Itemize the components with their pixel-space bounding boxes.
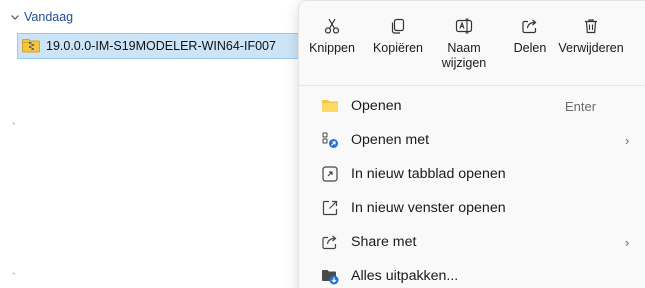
menu-item-open-with[interactable]: Openen met › (299, 123, 645, 157)
new-window-icon (322, 200, 338, 216)
menu-item-label: Openen (351, 98, 402, 114)
rename-icon (455, 18, 473, 34)
open-with-icon (322, 132, 338, 148)
share-button[interactable]: Delen (497, 17, 563, 87)
menu-separator (299, 85, 645, 86)
group-header-label: Vandaag (24, 10, 74, 24)
file-list-pane: Vandaag 19.0.0.0-IM-S19MODELER-WIN64-IF0… (0, 0, 307, 288)
menu-item-label: Share met (351, 234, 417, 250)
scroll-mark: ` (12, 272, 16, 284)
menu-item-new-tab[interactable]: In nieuw tabblad openen (299, 157, 645, 191)
menu-item-extract-all[interactable]: Alles uitpakken... (299, 259, 645, 288)
rename-label: Naam wijzigen (441, 41, 487, 70)
file-row-selected[interactable]: 19.0.0.0-IM-S19MODELER-WIN64-IF007 (17, 33, 307, 59)
chevron-down-icon (11, 15, 19, 20)
zip-folder-icon (22, 39, 40, 53)
delete-label: Verwijderen (558, 41, 624, 55)
copy-icon (391, 18, 405, 34)
menu-item-label: Alles uitpakken... (351, 268, 459, 284)
cut-label: Knippen (309, 41, 355, 55)
copy-label: Kopiëren (372, 41, 424, 55)
folder-icon (322, 100, 338, 112)
cut-button[interactable]: Knippen (299, 17, 365, 87)
rename-button[interactable]: Naam wijzigen (431, 17, 497, 87)
trash-icon (585, 19, 597, 34)
delete-button[interactable]: Verwijderen (558, 17, 624, 87)
share-icon (322, 235, 337, 250)
chevron-right-icon: › (625, 234, 630, 250)
file-name: 19.0.0.0-IM-S19MODELER-WIN64-IF007 (46, 39, 276, 53)
menu-item-label: In nieuw tabblad openen (351, 166, 506, 182)
new-tab-icon (322, 166, 338, 182)
share-icon (522, 19, 537, 34)
scroll-mark: ` (12, 122, 16, 134)
extract-icon (322, 270, 339, 285)
menu-item-new-window[interactable]: In nieuw venster openen (299, 191, 645, 225)
menu-items: Openen Enter Openen met › In nieuw tabbl… (299, 89, 645, 288)
share-label: Delen (513, 41, 547, 55)
scissors-icon (324, 18, 340, 34)
copy-button[interactable]: Kopiëren (365, 17, 431, 87)
group-header-today[interactable]: Vandaag (10, 10, 73, 24)
menu-item-label: Openen met (351, 132, 430, 148)
menu-item-open[interactable]: Openen Enter (299, 89, 645, 123)
quick-actions-bar: Knippen Kopiëren Naam wijzigen Delen Ver… (299, 1, 645, 85)
menu-item-label: In nieuw venster openen (351, 200, 506, 216)
menu-item-share-with[interactable]: Share met › (299, 225, 645, 259)
shortcut-text: Enter (565, 98, 597, 114)
chevron-right-icon: › (625, 132, 630, 148)
context-menu: Knippen Kopiëren Naam wijzigen Delen Ver… (298, 0, 645, 288)
